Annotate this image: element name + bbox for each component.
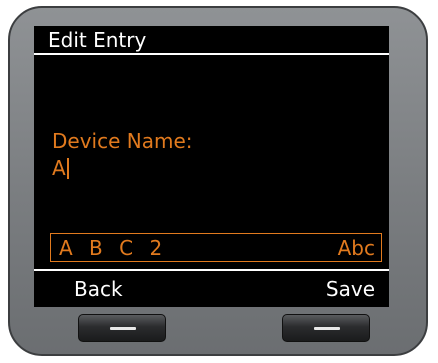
device-name-value: A [52,156,66,180]
text-cursor [66,157,69,179]
display-screen: Edit Entry Device Name: A A B C 2 Abc Ba… [34,26,389,307]
save-softkey[interactable]: Save [326,277,375,301]
back-softkey[interactable]: Back [74,277,123,301]
screen-title: Edit Entry [34,26,389,55]
device-name-input[interactable]: A [52,156,69,180]
right-hardware-button[interactable] [282,314,370,342]
dash-icon [110,327,136,330]
softkey-bar: Back Save [34,269,389,307]
left-hardware-button[interactable] [78,314,166,342]
input-mode-indicator: Abc [337,235,375,260]
device-name-label: Device Name: [52,129,193,153]
character-input-bar: A B C 2 Abc [50,233,382,262]
dash-icon [314,327,340,330]
available-characters: A B C 2 [59,235,168,260]
